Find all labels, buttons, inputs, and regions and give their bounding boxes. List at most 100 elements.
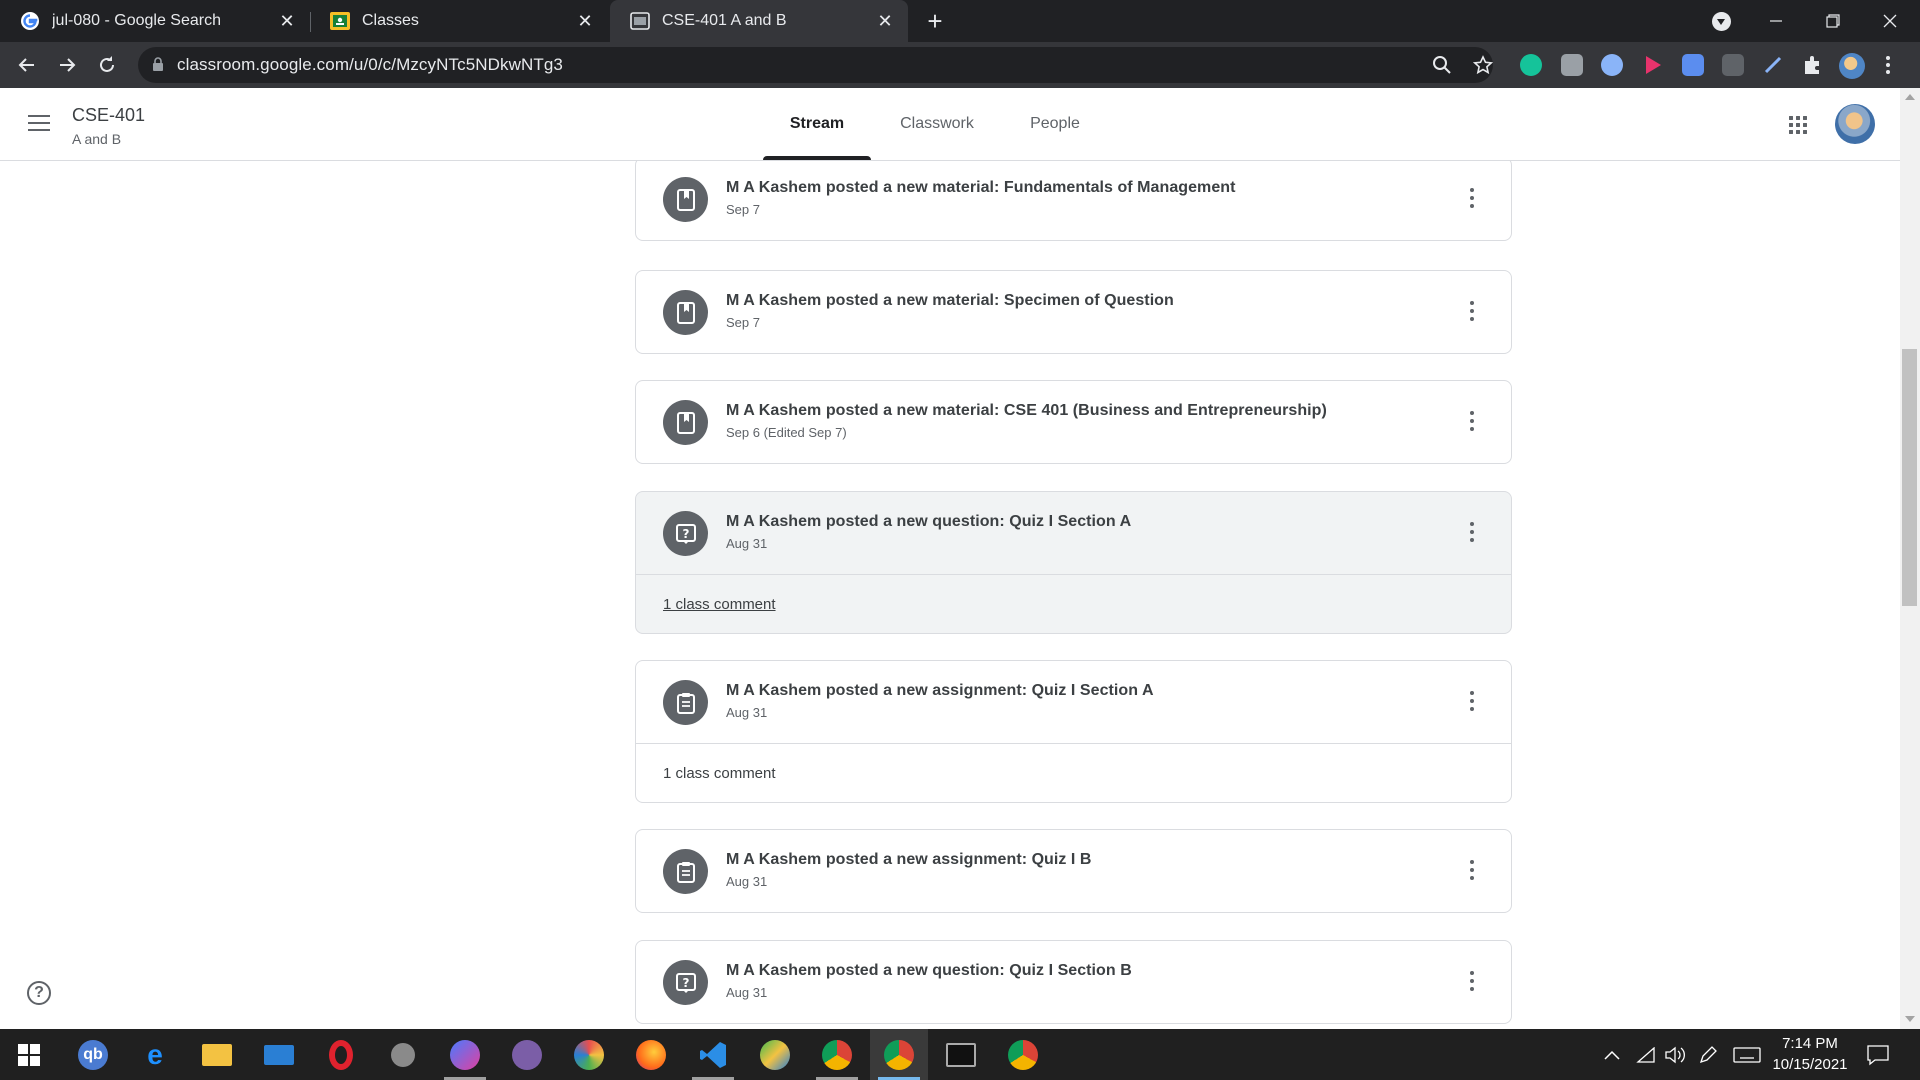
classroom-tab-icon bbox=[630, 12, 650, 30]
post-title: M A Kashem posted a new material: CSE 40… bbox=[726, 402, 1327, 419]
tab-classwork[interactable]: Classwork bbox=[887, 88, 987, 160]
post-options-icon[interactable] bbox=[1469, 188, 1475, 210]
file-explorer-icon[interactable] bbox=[188, 1029, 246, 1080]
account-avatar[interactable] bbox=[1835, 104, 1875, 144]
stream-post-card[interactable]: M A Kashem posted a new assignment: Quiz… bbox=[635, 660, 1512, 803]
firefox-icon[interactable] bbox=[622, 1029, 680, 1080]
stream-post-card[interactable]: M A Kashem posted a new material: Fundam… bbox=[635, 161, 1512, 241]
tab-title: Classes bbox=[362, 12, 419, 29]
zoom-search-icon[interactable] bbox=[1432, 55, 1452, 75]
github-icon[interactable] bbox=[498, 1029, 556, 1080]
paint-app-icon[interactable] bbox=[560, 1029, 618, 1080]
wifi-icon[interactable] bbox=[1636, 1029, 1656, 1080]
satellite-app-icon[interactable] bbox=[374, 1029, 432, 1080]
stream-post-card[interactable]: M A Kashem posted a new material: CSE 40… bbox=[635, 380, 1512, 464]
class-comment-link[interactable]: 1 class comment bbox=[636, 743, 1511, 802]
assignment-icon bbox=[663, 849, 708, 894]
post-date: Aug 31 bbox=[726, 874, 768, 889]
scrollbar-thumb[interactable] bbox=[1902, 349, 1917, 606]
stream-post-card[interactable]: ? M A Kashem posted a new question: Quiz… bbox=[635, 491, 1512, 634]
post-options-icon[interactable] bbox=[1469, 971, 1475, 993]
classroom-favicon-icon bbox=[330, 12, 350, 30]
close-tab-icon[interactable]: ✕ bbox=[278, 11, 296, 31]
address-bar[interactable]: classroom.google.com/u/0/c/MzcyNTc5NDkwN… bbox=[138, 47, 1493, 83]
post-options-icon[interactable] bbox=[1469, 301, 1475, 323]
close-window-icon[interactable] bbox=[1867, 0, 1913, 42]
map-app-icon[interactable] bbox=[746, 1029, 804, 1080]
camera-extension-icon[interactable] bbox=[1561, 54, 1583, 76]
scroll-down-icon[interactable] bbox=[1905, 1016, 1915, 1022]
class-comment-link[interactable]: 1 class comment bbox=[636, 574, 1511, 633]
google-apps-icon[interactable] bbox=[1789, 116, 1807, 134]
browser-profile-avatar[interactable] bbox=[1839, 53, 1865, 79]
tab-search-dropdown-icon[interactable] bbox=[1712, 12, 1731, 31]
post-title: M A Kashem posted a new material: Fundam… bbox=[726, 179, 1236, 196]
play-extension-icon[interactable] bbox=[1642, 54, 1664, 76]
tray-overflow-icon[interactable] bbox=[1604, 1029, 1620, 1080]
comment-count[interactable]: 1 class comment bbox=[663, 596, 776, 613]
close-tab-icon[interactable]: ✕ bbox=[576, 11, 594, 31]
new-tab-button[interactable]: + bbox=[922, 8, 948, 34]
browser-tab-cse401[interactable]: CSE-401 A and B ✕ bbox=[610, 0, 908, 42]
bookmark-star-icon[interactable] bbox=[1473, 55, 1493, 75]
comment-count[interactable]: 1 class comment bbox=[663, 765, 776, 782]
quickbooks-icon[interactable]: qb bbox=[64, 1029, 122, 1080]
download-extension-icon[interactable] bbox=[1682, 54, 1704, 76]
material-icon bbox=[663, 177, 708, 222]
tab-title: CSE-401 A and B bbox=[662, 12, 787, 29]
close-tab-icon[interactable]: ✕ bbox=[876, 11, 894, 31]
scroll-up-icon[interactable] bbox=[1905, 94, 1915, 100]
stream-post-card[interactable]: M A Kashem posted a new material: Specim… bbox=[635, 270, 1512, 354]
reload-icon[interactable] bbox=[93, 51, 121, 79]
stream-post-card[interactable]: ? M A Kashem posted a new question: Quiz… bbox=[635, 940, 1512, 1024]
classroom-header: CSE-401 A and B Stream Classwork People bbox=[0, 88, 1920, 161]
grammarly-extension-icon[interactable] bbox=[1520, 54, 1542, 76]
material-icon bbox=[663, 290, 708, 335]
tab-stream[interactable]: Stream bbox=[763, 88, 871, 160]
browser-tab-classes[interactable]: Classes ✕ bbox=[310, 0, 608, 42]
post-title: M A Kashem posted a new assignment: Quiz… bbox=[726, 682, 1154, 699]
tab-people[interactable]: People bbox=[1007, 88, 1103, 160]
post-options-icon[interactable] bbox=[1469, 691, 1475, 713]
screen-extension-icon[interactable] bbox=[1722, 54, 1744, 76]
material-icon bbox=[663, 400, 708, 445]
post-options-icon[interactable] bbox=[1469, 522, 1475, 544]
pen-extension-icon[interactable] bbox=[1762, 54, 1784, 76]
main-menu-icon[interactable] bbox=[28, 115, 50, 133]
help-icon[interactable]: ? bbox=[27, 981, 51, 1005]
pen-workspace-icon[interactable] bbox=[1698, 1029, 1718, 1080]
stream-post-card[interactable]: M A Kashem posted a new assignment: Quiz… bbox=[635, 829, 1512, 913]
messenger-icon[interactable] bbox=[436, 1029, 494, 1080]
browser-menu-icon[interactable] bbox=[1885, 54, 1891, 76]
chrome-icon[interactable] bbox=[808, 1029, 866, 1080]
extension-icon[interactable] bbox=[1601, 54, 1623, 76]
post-title: M A Kashem posted a new assignment: Quiz… bbox=[726, 851, 1092, 868]
post-options-icon[interactable] bbox=[1469, 411, 1475, 433]
post-date: Aug 31 bbox=[726, 705, 768, 720]
edge-icon[interactable]: e bbox=[126, 1029, 184, 1080]
mail-icon[interactable] bbox=[250, 1029, 308, 1080]
post-date: Sep 7 bbox=[726, 202, 760, 217]
notifications-icon[interactable] bbox=[1866, 1029, 1890, 1080]
opera-icon[interactable] bbox=[312, 1029, 370, 1080]
forward-icon[interactable] bbox=[53, 51, 81, 79]
url-text: classroom.google.com/u/0/c/MzcyNTc5NDkwN… bbox=[177, 55, 563, 74]
chrome-active-icon[interactable] bbox=[870, 1029, 928, 1080]
chrome-profile-icon[interactable] bbox=[994, 1029, 1052, 1080]
volume-icon[interactable] bbox=[1664, 1029, 1686, 1080]
minimize-window-icon[interactable] bbox=[1753, 0, 1799, 42]
class-title[interactable]: CSE-401 bbox=[72, 105, 145, 126]
page-scrollbar[interactable] bbox=[1900, 88, 1920, 1029]
terminal-icon[interactable] bbox=[932, 1029, 990, 1080]
post-options-icon[interactable] bbox=[1469, 860, 1475, 882]
back-icon[interactable] bbox=[13, 51, 41, 79]
puzzle-extensions-icon[interactable] bbox=[1802, 54, 1824, 76]
post-title: M A Kashem posted a new material: Specim… bbox=[726, 292, 1174, 309]
keyboard-icon[interactable] bbox=[1733, 1029, 1761, 1080]
clock-date: 10/15/2021 bbox=[1772, 1056, 1848, 1073]
restore-window-icon[interactable] bbox=[1810, 0, 1856, 42]
vscode-icon[interactable] bbox=[684, 1029, 742, 1080]
windows-start-icon[interactable] bbox=[0, 1029, 58, 1080]
browser-tab-google-search[interactable]: jul-080 - Google Search ✕ bbox=[0, 0, 310, 42]
taskbar-clock[interactable]: 7:14 PM 10/15/2021 bbox=[1765, 1033, 1855, 1075]
